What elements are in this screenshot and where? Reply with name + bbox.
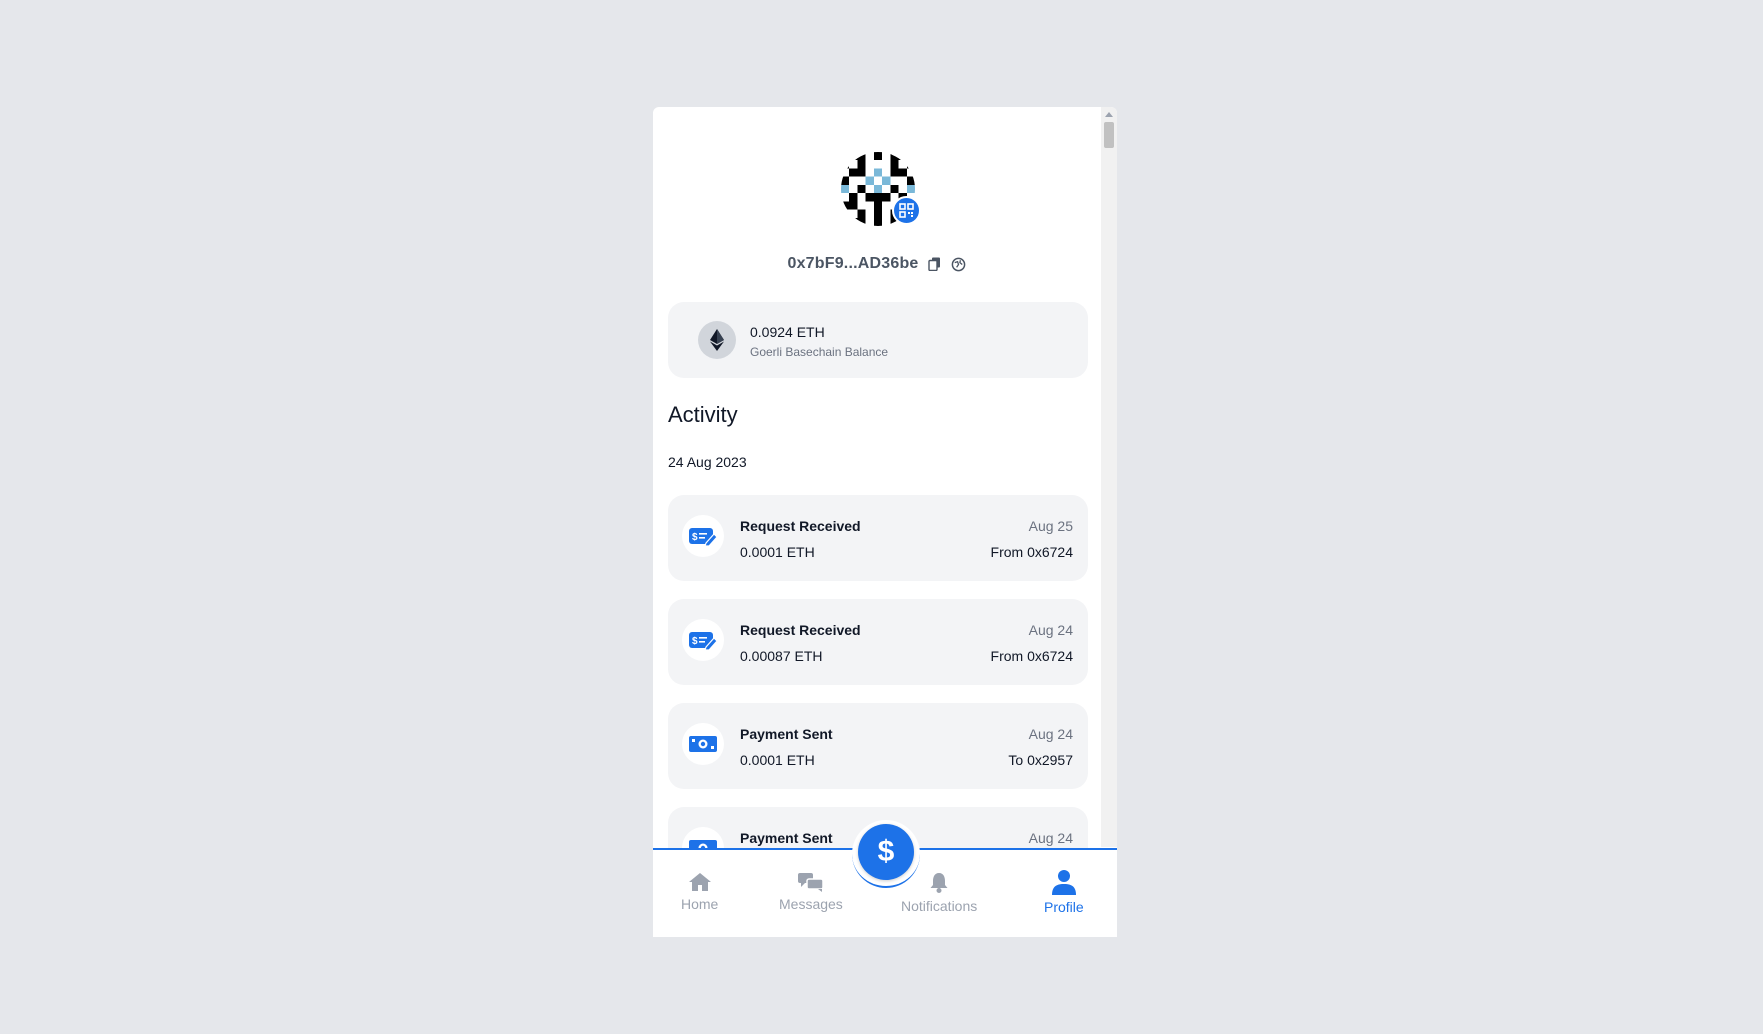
nav-profile[interactable]: Profile bbox=[1044, 869, 1084, 915]
activity-title: Activity bbox=[668, 402, 738, 427]
activity-title-text: Request Received bbox=[740, 622, 861, 638]
activity-date-group: 24 Aug 2023 bbox=[668, 454, 747, 470]
activity-amount: 0.0001 ETH bbox=[740, 544, 815, 560]
globe-explorer-icon[interactable] bbox=[951, 256, 967, 272]
home-icon bbox=[688, 873, 711, 891]
dollar-icon: $ bbox=[877, 835, 895, 868]
nav-profile-label: Profile bbox=[1044, 899, 1084, 915]
activity-date: Aug 25 bbox=[1028, 518, 1073, 534]
bottom-nav: $ Home Messages Notifications Profile bbox=[653, 820, 1117, 937]
activity-party: To 0x2957 bbox=[1008, 752, 1073, 768]
nav-notifications[interactable]: Notifications bbox=[901, 872, 977, 914]
messages-icon bbox=[797, 873, 824, 892]
activity-title-text: Payment Sent bbox=[740, 830, 833, 846]
request-icon: $ bbox=[682, 515, 724, 557]
scroll-thumb[interactable] bbox=[1104, 122, 1114, 148]
ethereum-icon bbox=[698, 321, 736, 359]
avatar-container[interactable] bbox=[841, 152, 921, 232]
request-icon: $ bbox=[682, 619, 724, 661]
activity-date: Aug 24 bbox=[1028, 622, 1073, 638]
bell-icon bbox=[930, 873, 948, 893]
scroll-up-arrow-icon[interactable] bbox=[1105, 112, 1113, 117]
svg-text:$: $ bbox=[692, 636, 698, 647]
activity-title-text: Request Received bbox=[740, 518, 861, 534]
address-row: 0x7bF9...AD36be bbox=[653, 255, 1101, 273]
app-window: 0x7bF9...AD36be 0.0924 ETH Goerli Basech… bbox=[653, 107, 1117, 937]
cash-icon bbox=[682, 723, 724, 765]
wallet-address: 0x7bF9...AD36be bbox=[787, 255, 919, 272]
balance-value: 0.0924 ETH bbox=[750, 324, 825, 340]
user-icon bbox=[1051, 870, 1076, 895]
activity-date: Aug 24 bbox=[1028, 726, 1073, 742]
activity-item[interactable]: $ Request Received 0.0001 ETH Aug 25 Fro… bbox=[668, 495, 1088, 581]
activity-amount: 0.00087 ETH bbox=[740, 648, 823, 664]
nav-home[interactable]: Home bbox=[681, 872, 718, 912]
activity-party: From 0x6724 bbox=[990, 648, 1073, 664]
scrollbar[interactable] bbox=[1101, 107, 1117, 847]
nav-messages[interactable]: Messages bbox=[779, 872, 843, 912]
svg-text:$: $ bbox=[692, 532, 698, 543]
copy-icon[interactable] bbox=[927, 256, 943, 272]
qr-code-button[interactable] bbox=[892, 196, 921, 225]
activity-party: From 0x6724 bbox=[990, 544, 1073, 560]
nav-notifications-label: Notifications bbox=[901, 898, 978, 914]
nav-home-label: Home bbox=[681, 896, 719, 912]
activity-amount: 0.0001 ETH bbox=[740, 752, 815, 768]
activity-title-text: Payment Sent bbox=[740, 726, 833, 742]
nav-messages-label: Messages bbox=[779, 896, 843, 912]
balance-card: 0.0924 ETH Goerli Basechain Balance bbox=[668, 302, 1088, 378]
qr-code-icon bbox=[899, 203, 914, 218]
activity-item[interactable]: Payment Sent 0.0001 ETH Aug 24 To 0x2957 bbox=[668, 703, 1088, 789]
activity-item[interactable]: $ Request Received 0.00087 ETH Aug 24 Fr… bbox=[668, 599, 1088, 685]
balance-label: Goerli Basechain Balance bbox=[750, 345, 889, 359]
activity-date: Aug 24 bbox=[1028, 830, 1073, 846]
